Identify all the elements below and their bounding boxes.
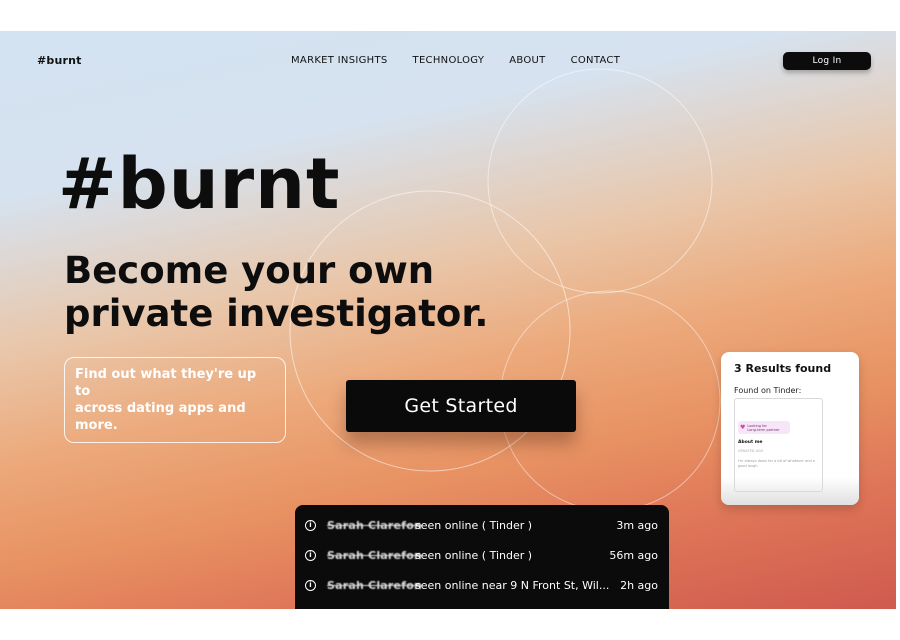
about-heading: About me — [738, 440, 763, 445]
tagline-line-2: private investigator. — [64, 292, 489, 335]
info-icon: i — [305, 549, 316, 561]
hero-brand: #burnt — [58, 143, 341, 225]
login-button[interactable]: Log In — [783, 52, 871, 70]
nav-technology[interactable]: TECHNOLOGY — [413, 55, 485, 66]
looking-for-badge: ♥ Looking for Long-term partner — [738, 421, 790, 434]
tagline-line-1: Become your own — [64, 249, 435, 292]
activity-text: seen online ( Tinder ) — [415, 518, 533, 532]
results-card[interactable]: 3 Results found Found on Tinder: ♥ Looki… — [721, 352, 859, 505]
activity-row[interactable]: i Sarah Clarefon seen online near 9 N Fr… — [295, 575, 669, 595]
activity-text: seen online near 9 N Front St, Wil... — [415, 578, 610, 592]
results-title: 3 Results found — [734, 362, 832, 375]
nav-brand[interactable]: #burnt — [37, 54, 82, 67]
info-icon: i — [305, 519, 316, 531]
activity-time: 2h ago — [620, 578, 658, 592]
activity-time: 3m ago — [616, 518, 658, 532]
nav-market-insights[interactable]: MARKET INSIGHTS — [291, 55, 388, 66]
subtext-line-1: Find out what they're up to — [75, 367, 257, 399]
activity-name: Sarah Clarefon — [327, 578, 422, 592]
activity-time: 56m ago — [609, 548, 658, 562]
nav-contact[interactable]: CONTACT — [571, 55, 621, 66]
hero-subtext: Find out what they're up to across datin… — [64, 357, 286, 443]
about-subheading: UPDATED AGO — [738, 449, 764, 453]
info-icon: i — [305, 579, 316, 591]
activity-feed: i Sarah Clarefon seen online ( Tinder ) … — [295, 505, 669, 609]
results-subtitle: Found on Tinder: — [734, 386, 802, 395]
looking-for-value: Long-term partner — [747, 427, 780, 432]
hero-tagline: Become your own private investigator. — [64, 249, 544, 335]
nav-about[interactable]: ABOUT — [509, 55, 545, 66]
activity-row[interactable]: i Sarah Clarefon seen online ( Tinder ) … — [295, 545, 669, 565]
activity-text: seen online ( Tinder ) — [415, 548, 533, 562]
heart-icon: ♥ — [740, 424, 746, 431]
get-started-button[interactable]: Get Started — [346, 380, 576, 432]
about-text: I'm always down for a bit of whatever an… — [738, 459, 815, 468]
main-nav: MARKET INSIGHTS TECHNOLOGY ABOUT CONTACT — [291, 55, 620, 66]
activity-name: Sarah Clarefon — [327, 518, 422, 532]
activity-name: Sarah Clarefon — [327, 548, 422, 562]
activity-row[interactable]: i Sarah Clarefon seen online ( Tinder ) … — [295, 515, 669, 535]
subtext-line-2: across dating apps and more. — [75, 401, 246, 433]
card-fade — [721, 477, 859, 505]
